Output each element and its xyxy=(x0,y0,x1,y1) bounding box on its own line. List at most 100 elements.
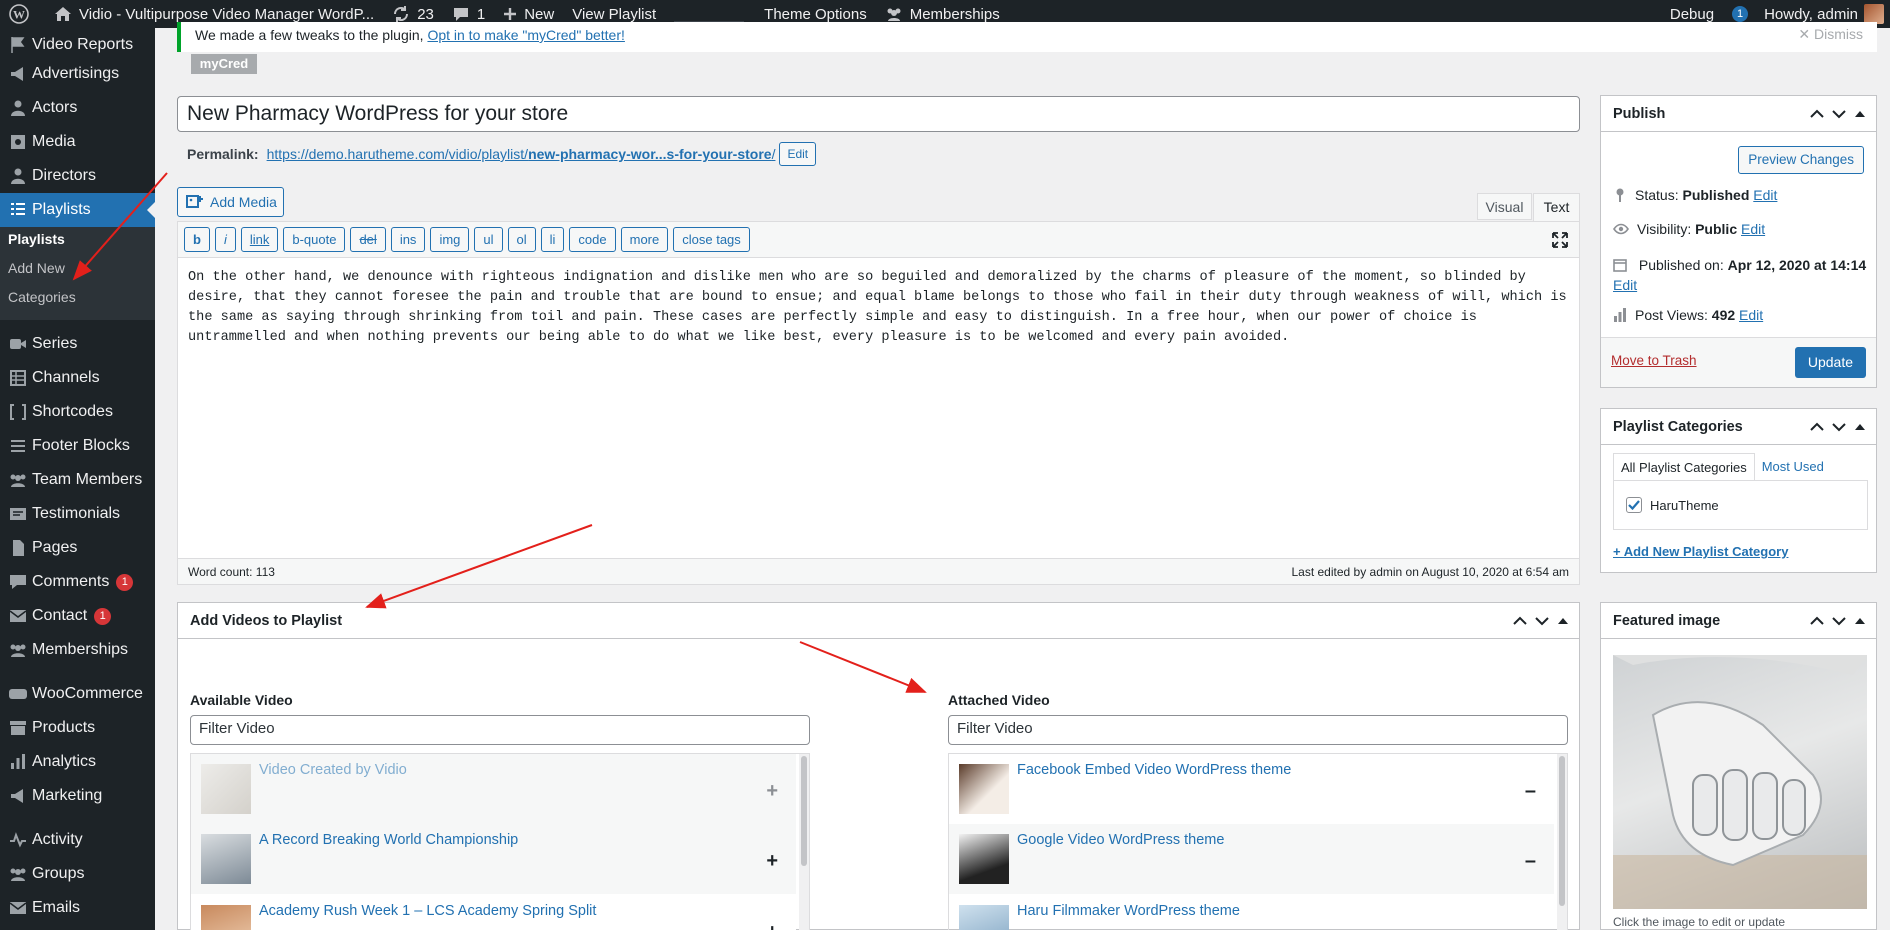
move-down-icon[interactable] xyxy=(1832,109,1846,119)
submenu-categories[interactable]: Categories xyxy=(8,289,76,305)
sidebar-item-woocommerce[interactable]: WooCommerce xyxy=(0,677,155,711)
editor-content[interactable]: On the other hand, we denounce with righ… xyxy=(188,268,1569,348)
move-up-icon[interactable] xyxy=(1810,616,1824,626)
collapse-icon[interactable] xyxy=(1854,422,1866,432)
category-item[interactable]: HaruTheme xyxy=(1626,497,1719,513)
sidebar-item-directors[interactable]: Directors xyxy=(0,159,155,193)
shortcode-icon xyxy=(8,402,28,422)
attached-scrollbar[interactable] xyxy=(1557,754,1567,930)
move-up-icon[interactable] xyxy=(1810,422,1824,432)
visibility-edit-link[interactable]: Edit xyxy=(1741,221,1765,237)
quicktag-del-button[interactable]: del xyxy=(350,227,386,252)
sidebar-item-playlists[interactable]: Playlists xyxy=(0,193,155,227)
sidebar-item-series[interactable]: Series xyxy=(0,327,155,361)
visibility-label: Visibility: xyxy=(1637,221,1692,237)
attached-filter-input[interactable]: Filter Video xyxy=(948,715,1568,745)
permalink-edit-button[interactable]: Edit xyxy=(779,142,817,166)
quicktag-ol-button[interactable]: ol xyxy=(507,227,536,252)
sidebar-item-actors[interactable]: Actors xyxy=(0,91,155,125)
video-title[interactable]: Video Created by Vidio xyxy=(259,762,407,778)
scrollbar-thumb[interactable] xyxy=(801,756,807,866)
sidebar-item-memberships[interactable]: Memberships xyxy=(0,633,155,667)
sidebar-item-label: Media xyxy=(32,133,76,150)
status-edit-link[interactable]: Edit xyxy=(1753,187,1777,203)
add-video-button[interactable]: + xyxy=(766,850,778,873)
collapse-icon[interactable] xyxy=(1557,616,1569,626)
playlists-submenu: Playlists Add New Categories xyxy=(0,223,155,320)
sidebar-item-emails[interactable]: Emails xyxy=(0,891,155,925)
tab-all-categories[interactable]: All Playlist Categories xyxy=(1613,453,1755,481)
collapse-icon[interactable] xyxy=(1854,109,1866,119)
sidebar-item-groups[interactable]: Groups xyxy=(0,857,155,891)
category-checkbox[interactable] xyxy=(1626,497,1642,513)
add-video-button[interactable]: + xyxy=(766,921,778,930)
wordpress-logo-icon[interactable]: W xyxy=(0,0,45,28)
add-new-category-link[interactable]: + Add New Playlist Category xyxy=(1613,544,1788,559)
submenu-playlists[interactable]: Playlists xyxy=(8,231,65,247)
notice-dismiss-button[interactable]: ✕ Dismiss xyxy=(1798,26,1863,43)
move-up-icon[interactable] xyxy=(1810,109,1824,119)
quicktag-i-button[interactable]: i xyxy=(214,227,236,252)
remove-video-button[interactable]: – xyxy=(1525,780,1536,803)
submenu-add-new[interactable]: Add New xyxy=(8,260,65,276)
move-down-icon[interactable] xyxy=(1832,422,1846,432)
move-up-icon[interactable] xyxy=(1513,616,1527,626)
sidebar-item-comments[interactable]: Comments 1 xyxy=(0,565,155,599)
permalink-url[interactable]: https://demo.harutheme.com/vidio/playlis… xyxy=(267,146,776,162)
sidebar-item-team-members[interactable]: Team Members xyxy=(0,463,155,497)
quicktag-more-button[interactable]: more xyxy=(620,227,669,252)
available-scrollbar[interactable] xyxy=(799,754,809,930)
featured-image[interactable] xyxy=(1613,655,1867,909)
tab-most-used[interactable]: Most Used xyxy=(1755,453,1831,481)
available-filter-input[interactable]: Filter Video xyxy=(190,715,810,745)
quicktag-img-button[interactable]: img xyxy=(430,227,470,252)
tab-visual[interactable]: Visual xyxy=(1477,193,1532,220)
add-media-icon xyxy=(186,195,203,208)
quicktag-code-button[interactable]: code xyxy=(569,227,616,252)
sidebar-item-media[interactable]: Media xyxy=(0,125,155,159)
sidebar-item-contact[interactable]: Contact 1 xyxy=(0,599,155,633)
video-title[interactable]: Haru Filmmaker WordPress theme xyxy=(1017,903,1240,919)
move-to-trash-link[interactable]: Move to Trash xyxy=(1611,353,1697,368)
sidebar-item-advertisings[interactable]: Advertisings xyxy=(0,57,155,91)
add-video-button[interactable]: + xyxy=(766,780,778,803)
remove-video-button[interactable]: – xyxy=(1525,921,1536,930)
quicktag-li-button[interactable]: li xyxy=(540,227,565,252)
permalink-base: https://demo.harutheme.com/vidio/playlis… xyxy=(266,146,529,162)
quicktag-b-quote-button[interactable]: b-quote xyxy=(283,227,346,252)
collapse-icon[interactable] xyxy=(1854,616,1866,626)
update-button[interactable]: Update xyxy=(1794,347,1866,378)
quicktag-b-button[interactable]: b xyxy=(184,227,210,252)
published-value: Apr 12, 2020 at 14:14 xyxy=(1727,257,1867,273)
sidebar-item-channels[interactable]: Channels xyxy=(0,361,155,395)
move-down-icon[interactable] xyxy=(1832,616,1846,626)
quicktag-ins-button[interactable]: ins xyxy=(390,227,426,252)
add-media-button[interactable]: Add Media xyxy=(177,187,284,217)
tab-text[interactable]: Text xyxy=(1533,193,1580,221)
refresh-icon xyxy=(394,6,409,22)
fullscreen-icon[interactable] xyxy=(1551,231,1569,254)
notice-opt-in-link[interactable]: Opt in to make "myCred" better! xyxy=(427,27,624,43)
published-edit-link[interactable]: Edit xyxy=(1613,277,1637,293)
sidebar-item-marketing[interactable]: Marketing xyxy=(0,779,155,813)
sidebar-item-analytics[interactable]: Analytics xyxy=(0,745,155,779)
sidebar-item-products[interactable]: Products xyxy=(0,711,155,745)
quicktag-link-button[interactable]: link xyxy=(240,227,279,252)
video-title[interactable]: Facebook Embed Video WordPress theme xyxy=(1017,762,1291,778)
quicktag-ul-button[interactable]: ul xyxy=(474,227,503,252)
post-title-input[interactable]: New Pharmacy WordPress for your store xyxy=(177,96,1580,132)
sidebar-item-footer-blocks[interactable]: Footer Blocks xyxy=(0,429,155,463)
sidebar-item-shortcodes[interactable]: Shortcodes xyxy=(0,395,155,429)
video-title[interactable]: A Record Breaking World Championship xyxy=(259,832,518,848)
scrollbar-thumb[interactable] xyxy=(1559,756,1565,906)
views-edit-link[interactable]: Edit xyxy=(1739,307,1763,323)
move-down-icon[interactable] xyxy=(1535,616,1549,626)
video-title[interactable]: Academy Rush Week 1 – LCS Academy Spring… xyxy=(259,903,596,919)
remove-video-button[interactable]: – xyxy=(1525,850,1536,873)
sidebar-item-testimonials[interactable]: Testimonials xyxy=(0,497,155,531)
quicktag-close-tags-button[interactable]: close tags xyxy=(673,227,750,252)
preview-changes-button[interactable]: Preview Changes xyxy=(1738,146,1864,174)
video-title[interactable]: Google Video WordPress theme xyxy=(1017,832,1224,848)
sidebar-item-activity[interactable]: Activity xyxy=(0,823,155,857)
sidebar-item-pages[interactable]: Pages xyxy=(0,531,155,565)
